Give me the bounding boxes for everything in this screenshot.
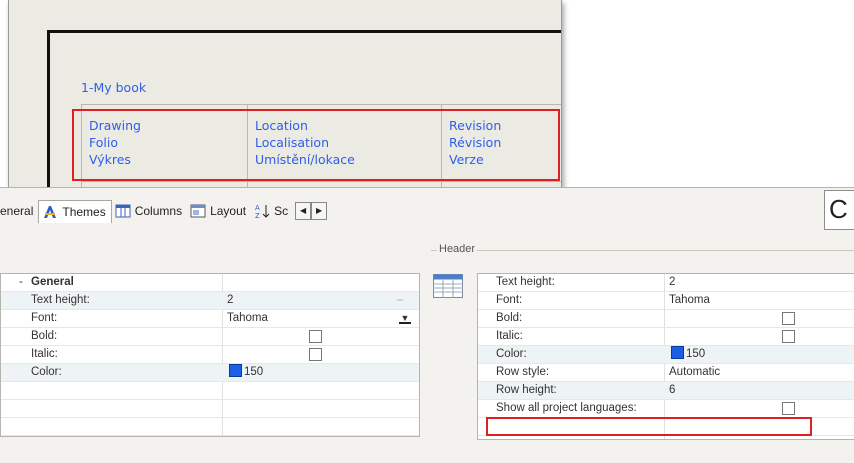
property-label: Row style: xyxy=(496,366,550,378)
property-row[interactable]: Row style: Automatic xyxy=(478,364,854,382)
property-value[interactable]: 2 xyxy=(669,274,675,291)
property-row[interactable]: Show all project languages: xyxy=(478,400,854,418)
svg-text:A: A xyxy=(255,204,260,212)
book-title: 1-My book xyxy=(81,80,147,95)
property-label: Font: xyxy=(496,294,523,306)
property-row[interactable]: Color: 150 xyxy=(478,346,854,364)
tab-sort[interactable]: AZ Sc xyxy=(251,200,293,222)
row-dash: – xyxy=(397,294,404,306)
property-value[interactable]: Automatic xyxy=(669,364,720,381)
property-label: Italic: xyxy=(496,330,523,342)
property-row[interactable]: Bold: xyxy=(1,328,419,346)
tab-label: Sc xyxy=(274,204,289,218)
drawing-canvas: 1-My book Drawing Folio Výkres Location … xyxy=(8,0,562,201)
property-value[interactable]: Tahoma xyxy=(227,310,268,327)
layout-icon xyxy=(190,203,206,219)
property-row[interactable]: Italic: xyxy=(1,346,419,364)
property-row[interactable]: Color: 150 xyxy=(1,364,419,382)
property-label: Color: xyxy=(31,366,62,378)
svg-text:Z: Z xyxy=(255,212,260,219)
property-value[interactable]: Tahoma xyxy=(669,292,710,309)
group-header-general[interactable]: - General xyxy=(1,274,419,292)
property-label: Show all project languages: xyxy=(496,402,637,414)
tab-label: Layout xyxy=(210,204,247,218)
color-swatch-icon xyxy=(671,346,684,359)
bold-checkbox[interactable] xyxy=(309,330,322,343)
tab-columns[interactable]: Columns xyxy=(112,200,187,222)
group-label: General xyxy=(31,276,74,288)
property-row[interactable]: Row height: 6 xyxy=(478,382,854,400)
sort-icon: AZ xyxy=(254,203,270,220)
collapse-toggle[interactable]: - xyxy=(19,274,23,291)
property-label: Row height: xyxy=(496,384,557,396)
header-legend: Header xyxy=(437,243,478,255)
property-label: Font: xyxy=(31,312,58,324)
empty-row xyxy=(1,418,419,436)
properties-panel: eneral Themes Columns Layout AZ Sc ◀ ▶ C… xyxy=(0,187,854,463)
grid-dots xyxy=(79,60,551,61)
italic-checkbox[interactable] xyxy=(782,330,795,343)
property-label: Italic: xyxy=(31,348,58,360)
tab-general[interactable]: eneral xyxy=(0,201,38,221)
tab-strip: eneral Themes Columns Layout AZ Sc ◀ ▶ xyxy=(0,198,328,224)
tab-themes[interactable]: Themes xyxy=(38,199,112,223)
property-row[interactable]: Text height: 2 xyxy=(478,274,854,292)
tab-label: Themes xyxy=(62,204,106,219)
top-right-button[interactable]: C xyxy=(824,190,854,230)
grid-dots xyxy=(79,92,551,93)
property-label: Bold: xyxy=(31,330,58,342)
header-property-grid: Text height: 2 Font: Tahoma Bold: Italic… xyxy=(477,273,854,440)
dropdown-arrow-icon[interactable]: ▼ xyxy=(399,312,411,324)
italic-checkbox[interactable] xyxy=(309,348,322,361)
tab-layout[interactable]: Layout xyxy=(187,200,251,222)
property-label: Bold: xyxy=(496,312,523,324)
property-label: Text height: xyxy=(31,294,90,306)
empty-row xyxy=(1,400,419,418)
property-label: Color: xyxy=(496,348,527,360)
highlight-box xyxy=(72,109,560,181)
color-number: 150 xyxy=(244,366,264,378)
scroll-right-icon[interactable]: ▶ xyxy=(311,202,328,220)
property-row[interactable]: Text height: 2 – xyxy=(1,292,419,310)
general-property-grid: - General Text height: 2 – Font: Tahoma … xyxy=(0,273,420,437)
tab-label: Columns xyxy=(134,204,183,218)
highlight-box xyxy=(486,417,812,436)
property-row[interactable]: Font: Tahoma xyxy=(478,292,854,310)
property-label: Text height: xyxy=(496,276,555,288)
empty-row xyxy=(1,382,419,400)
scroll-left-icon[interactable]: ◀ xyxy=(295,202,312,220)
property-row[interactable]: Italic: xyxy=(478,328,854,346)
columns-icon xyxy=(115,203,131,219)
tab-label: eneral xyxy=(0,204,34,218)
table-icon xyxy=(433,274,463,298)
show-all-languages-checkbox[interactable] xyxy=(782,402,795,415)
tab-scroll-arrows: ◀ ▶ xyxy=(295,202,328,220)
property-value[interactable]: 6 xyxy=(669,382,675,399)
property-value[interactable]: 2 xyxy=(227,292,233,309)
property-row[interactable]: Font: Tahoma ▼ xyxy=(1,310,419,328)
color-number: 150 xyxy=(686,348,706,360)
color-value[interactable]: 150 xyxy=(671,346,705,363)
property-row[interactable]: Bold: xyxy=(478,310,854,328)
bold-checkbox[interactable] xyxy=(782,312,795,325)
color-swatch-icon xyxy=(229,364,242,377)
color-value[interactable]: 150 xyxy=(229,364,263,381)
themes-icon xyxy=(42,204,58,220)
